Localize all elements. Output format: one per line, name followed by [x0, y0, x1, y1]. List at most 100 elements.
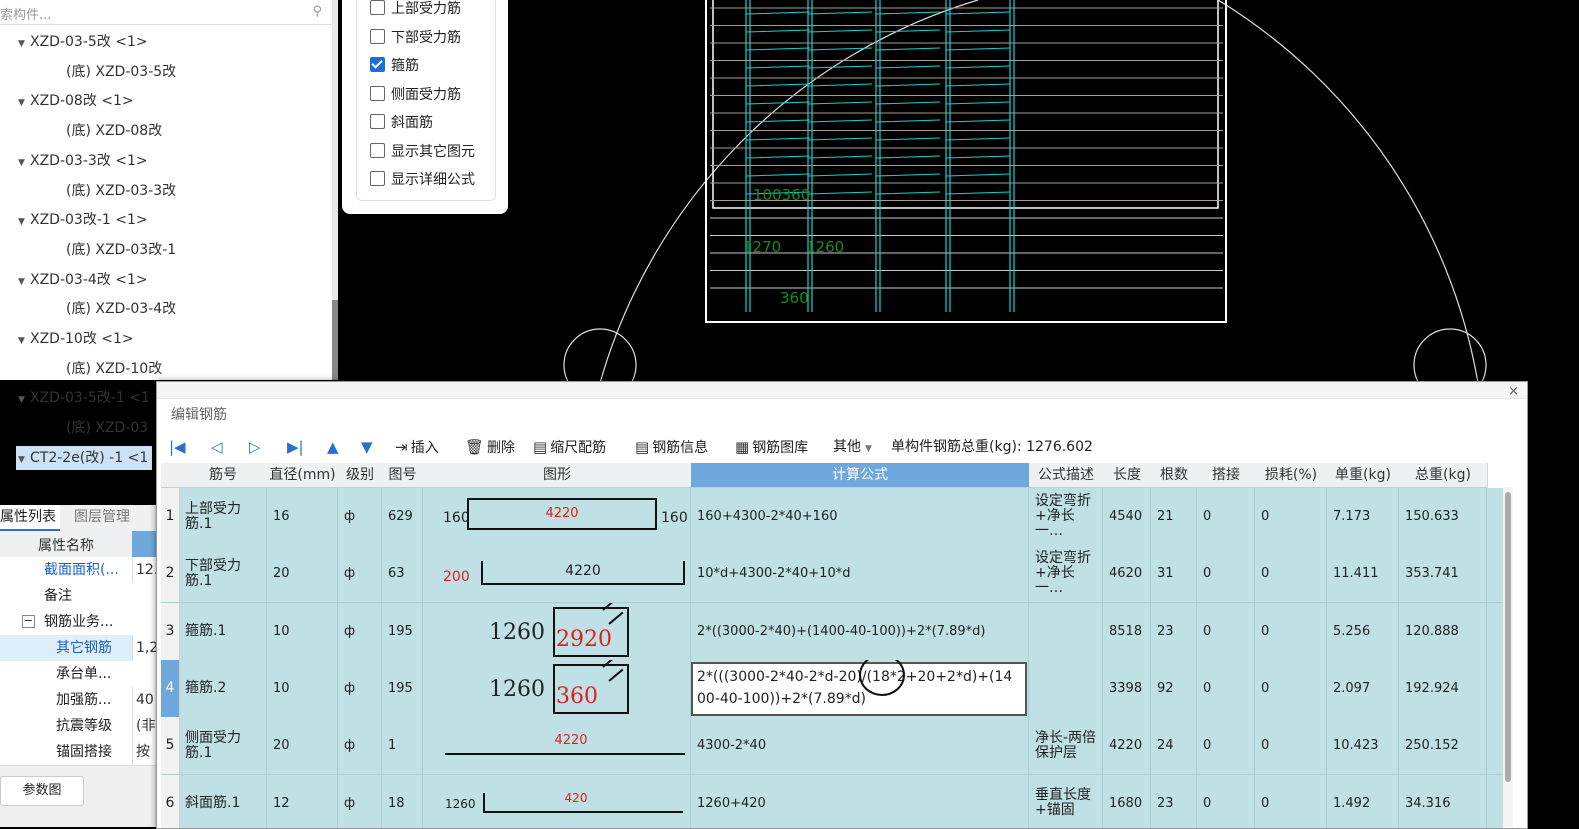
total-weight-cell[interactable]: 353.741	[1399, 545, 1487, 603]
figure-no-cell[interactable]: 63	[382, 545, 423, 603]
row-number[interactable]: 5	[161, 717, 180, 775]
chevron-down-icon[interactable]: ▼	[18, 210, 30, 234]
dialog-close-button[interactable]: ×	[1508, 384, 1519, 399]
shape-cell[interactable]: 200 4220	[423, 545, 691, 603]
diameter-cell[interactable]: 20	[267, 545, 338, 603]
tree-item-bottom[interactable]: (底) XZD-03-3改	[66, 179, 176, 203]
column-header[interactable]: 损耗(%)	[1255, 463, 1328, 488]
property-row[interactable]: 截面面积(... 12.	[0, 557, 158, 584]
rebar-name-cell[interactable]: 下部受力筋.1	[179, 545, 267, 603]
formula-cell[interactable]: 2*((3000-2*40)+(1400-40-100))+2*(7.89*d)	[691, 602, 1029, 660]
property-row[interactable]: 抗震等级 (非	[0, 713, 158, 740]
total-weight-cell[interactable]: 250.152	[1399, 717, 1487, 775]
figure-no-cell[interactable]: 1	[382, 717, 423, 775]
chevron-down-icon[interactable]: ▼	[18, 448, 30, 472]
column-header[interactable]: 计算公式	[691, 463, 1030, 488]
loss-cell[interactable]: 0	[1255, 545, 1327, 603]
first-row-button[interactable]: |◀	[169, 434, 189, 461]
formula-cell[interactable]: 160+4300-2*40+160	[691, 488, 1029, 545]
chevron-down-icon[interactable]: ▼	[18, 151, 30, 175]
grade-cell[interactable]: ф	[338, 488, 382, 545]
count-cell[interactable]: 24	[1151, 717, 1197, 775]
length-cell[interactable]: 4220	[1103, 717, 1151, 775]
total-weight-cell[interactable]: 34.316	[1399, 774, 1487, 828]
tree-item-component[interactable]: ▼ XZD-03-4改 <1>	[18, 268, 148, 292]
figure-no-cell[interactable]: 195	[382, 602, 423, 660]
unit-weight-cell[interactable]: 5.256	[1327, 602, 1399, 660]
diameter-cell[interactable]: 10	[267, 659, 338, 717]
table-row[interactable]: 6 斜面筋.1 12 ф 18 1260 420 1260+420 垂直长度+锚固 1680 23 0…	[161, 774, 1503, 828]
column-header[interactable]: 根数	[1151, 463, 1198, 488]
column-header[interactable]: 直径(mm)	[267, 463, 339, 488]
tree-item-component[interactable]: ▼ XZD-03-5改 <1>	[18, 30, 148, 54]
tree-item-component[interactable]: ▼ XZD-10改 <1>	[18, 327, 134, 351]
loss-cell[interactable]: 0	[1255, 602, 1327, 660]
formula-desc-cell[interactable]: 垂直长度+锚固	[1029, 774, 1103, 828]
property-row[interactable]: 锚固搭接 按	[0, 739, 158, 766]
column-header[interactable]: 公式描述	[1029, 463, 1104, 488]
grade-cell[interactable]: ф	[338, 717, 382, 775]
tree-item-component[interactable]: ▼ CT2-2e(改) -1 <1	[16, 445, 153, 472]
search-icon[interactable]: ⚲	[312, 4, 322, 19]
loss-cell[interactable]: 0	[1255, 488, 1327, 545]
diameter-cell[interactable]: 16	[267, 488, 338, 545]
next-row-button[interactable]: ▷	[249, 434, 264, 461]
grade-cell[interactable]: ф	[338, 659, 382, 717]
length-cell[interactable]: 3398	[1103, 659, 1151, 717]
count-cell[interactable]: 23	[1151, 774, 1197, 828]
shape-cell[interactable]: 4220	[423, 717, 691, 775]
lap-cell[interactable]: 0	[1197, 488, 1255, 545]
length-cell[interactable]: 1680	[1103, 774, 1151, 828]
shape-cell[interactable]: 1260 360	[423, 659, 691, 717]
table-row[interactable]: 5 侧面受力筋.1 20 ф 1 4220 4300-2*40 净长-两倍保护层 4220 24 0…	[161, 717, 1503, 776]
rebar-info-button[interactable]: ▤ 钢筋信息	[635, 434, 708, 461]
tree-item-bottom[interactable]: (底) XZD-08改	[66, 119, 162, 143]
unit-weight-cell[interactable]: 10.423	[1327, 717, 1399, 775]
row-number[interactable]: 3	[161, 602, 180, 660]
column-header[interactable]: 筋号	[179, 463, 268, 488]
tree-item-component[interactable]: ▼ XZD-03-3改 <1>	[18, 149, 148, 173]
grade-cell[interactable]: ф	[338, 602, 382, 660]
tree-item-component[interactable]: ▼ XZD-03改-1 <1>	[18, 208, 148, 232]
total-weight-cell[interactable]: 150.633	[1399, 488, 1487, 545]
rebar-name-cell[interactable]: 斜面筋.1	[179, 774, 267, 828]
chevron-down-icon[interactable]: ▼	[18, 388, 30, 412]
grade-cell[interactable]: ф	[338, 545, 382, 603]
count-cell[interactable]: 23	[1151, 602, 1197, 660]
tab-layer-management[interactable]: 图层管理	[62, 505, 142, 529]
tree-item-bottom[interactable]: (底) XZD-03	[66, 416, 148, 440]
row-number[interactable]: 6	[161, 774, 180, 828]
parameter-diagram-button[interactable]: 参数图	[0, 776, 84, 806]
shape-cell[interactable]: 1260 2920	[423, 602, 691, 660]
shape-cell[interactable]: 160 4220 160	[423, 488, 691, 545]
table-scrollbar-thumb[interactable]	[1505, 492, 1511, 782]
rebar-library-button[interactable]: ▦ 钢筋图库	[735, 434, 808, 461]
column-header[interactable]: 长度	[1103, 463, 1152, 488]
move-up-button[interactable]: ▲	[327, 434, 342, 461]
property-value[interactable]: (非	[132, 713, 158, 739]
property-row[interactable]: − 钢筋业务...	[0, 609, 158, 636]
count-cell[interactable]: 21	[1151, 488, 1197, 545]
lap-cell[interactable]: 0	[1197, 659, 1255, 717]
figure-no-cell[interactable]: 629	[382, 488, 423, 545]
total-weight-cell[interactable]: 192.924	[1399, 659, 1487, 717]
diameter-cell[interactable]: 10	[267, 602, 338, 660]
formula-desc-cell[interactable]: 设定弯折+净长一…	[1029, 488, 1103, 545]
diameter-cell[interactable]: 20	[267, 717, 338, 775]
lap-cell[interactable]: 0	[1197, 545, 1255, 603]
table-row[interactable]: 4 箍筋.2 10 ф 195 1260 360 2*(((3000-2*40-2*d-20)…	[161, 659, 1503, 718]
component-search-input[interactable]: 索构件... ⚲	[0, 0, 332, 25]
table-row[interactable]: 2 下部受力筋.1 20 ф 63 200 4220 10*d+4300-2*40+10*d 设…	[161, 545, 1503, 604]
chevron-down-icon[interactable]: ▼	[18, 329, 30, 353]
property-value[interactable]: 12.	[132, 557, 158, 583]
tree-item-bottom[interactable]: (底) XZD-03-4改	[66, 297, 176, 321]
property-value[interactable]: 40	[132, 687, 158, 713]
length-cell[interactable]: 4620	[1103, 545, 1151, 603]
count-cell[interactable]: 31	[1151, 545, 1197, 603]
formula-cell[interactable]: 1260+420	[691, 774, 1029, 828]
formula-desc-cell[interactable]: 设定弯折+净长一…	[1029, 545, 1103, 603]
figure-no-cell[interactable]: 195	[382, 659, 423, 717]
formula-desc-cell[interactable]: 净长-两倍保护层	[1029, 717, 1103, 775]
tree-item-bottom[interactable]: (底) XZD-03改-1	[66, 238, 176, 262]
property-value[interactable]: 1,2	[132, 635, 158, 661]
